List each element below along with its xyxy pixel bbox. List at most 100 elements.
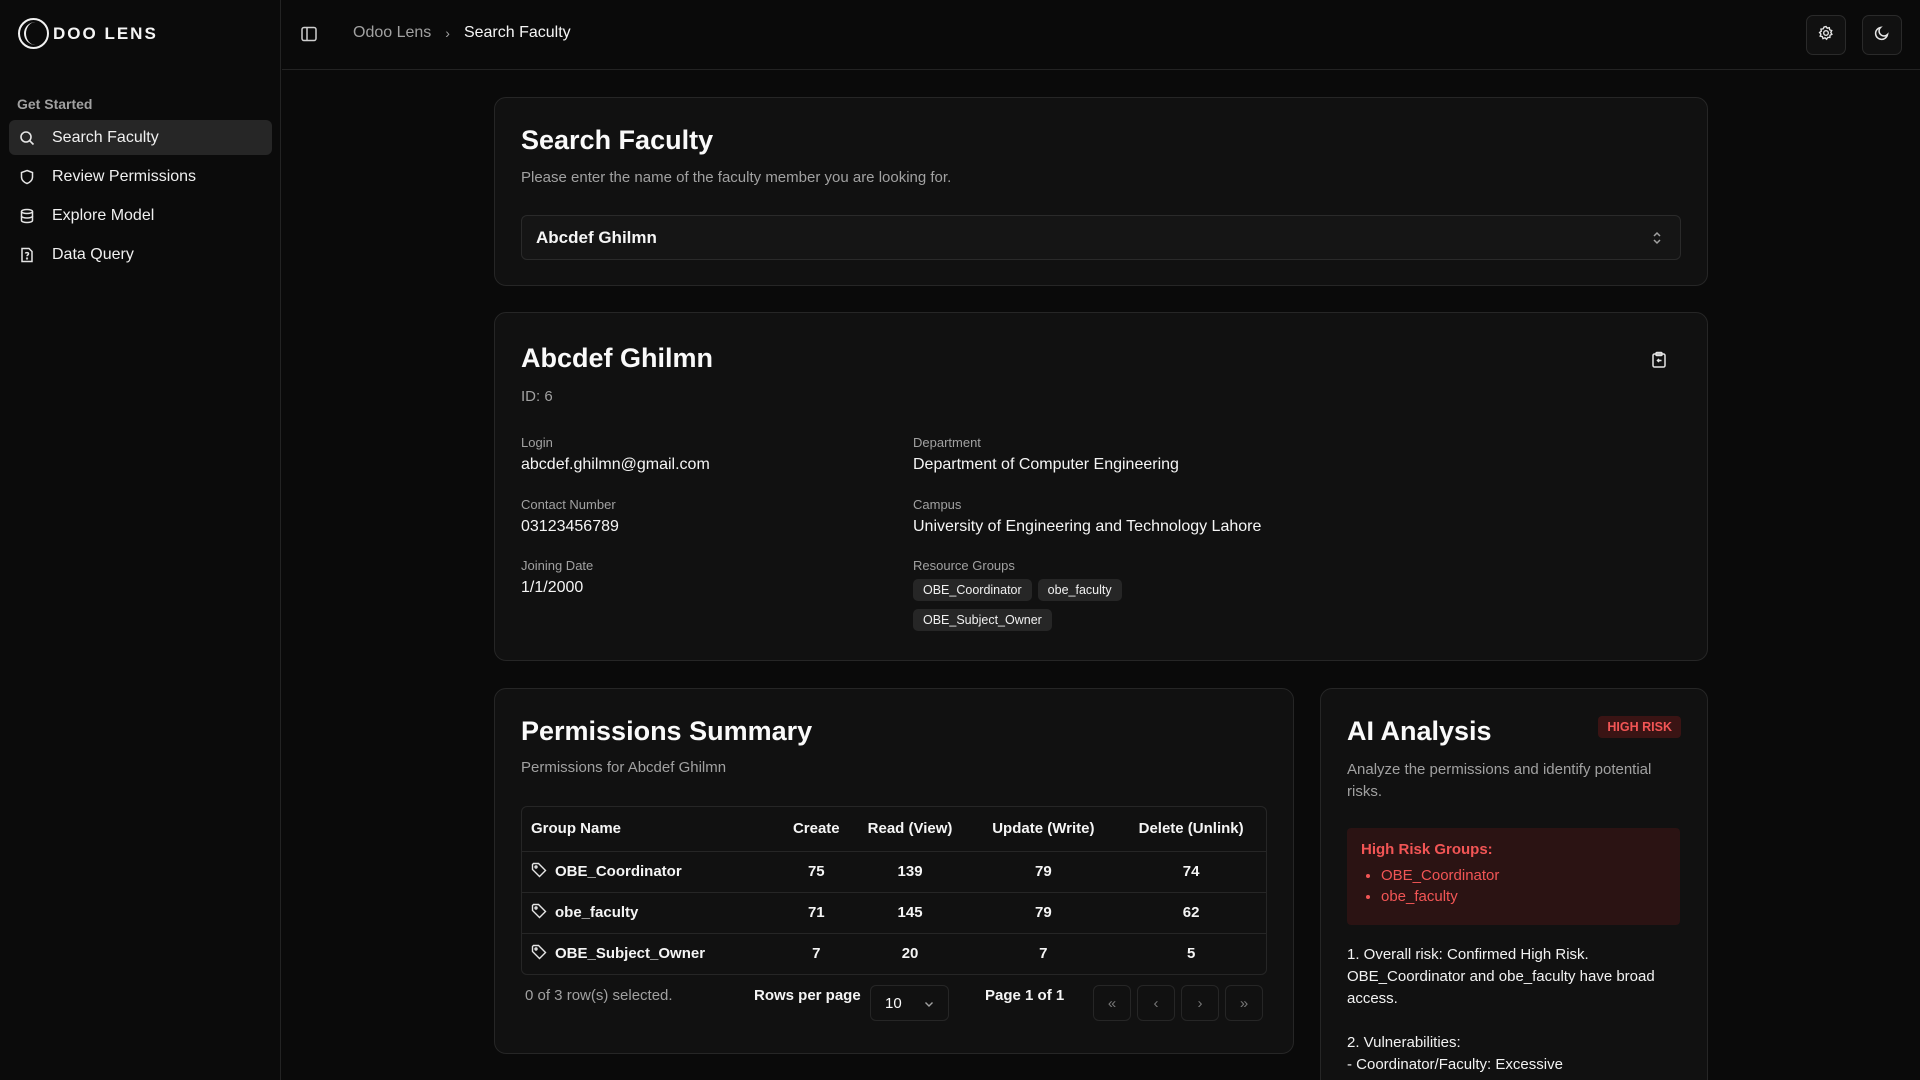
tag-icon (531, 903, 547, 923)
list-item: obe_faculty (1381, 888, 1666, 905)
create-cell: 7 (783, 932, 850, 974)
first-page-button[interactable]: « (1093, 985, 1131, 1021)
column-header[interactable]: Read (View) (850, 807, 971, 851)
permissions-summary-card: Permissions Summary Permissions for Abcd… (494, 688, 1294, 1054)
next-page-button[interactable]: › (1181, 985, 1219, 1021)
resource-groups-field: Resource Groups OBE_Coordinator obe_facul… (913, 558, 1153, 639)
ai-analysis-title: AI Analysis (1347, 716, 1492, 746)
joining-date-label: Joining Date (521, 558, 594, 573)
group-name-cell: OBE_Subject_Owner (522, 932, 784, 974)
chevron-left-icon: ‹ (1153, 994, 1159, 1012)
sidebar-item-data-query[interactable]: Data Query (9, 237, 272, 272)
logo-mark-icon (18, 18, 49, 49)
file-question-icon (19, 247, 35, 263)
department-field: Department Department of Computer Engine… (913, 435, 1179, 474)
contact-value: 03123456789 (521, 518, 619, 535)
sidebar-nav: Search Faculty Review Permissions Explor… (9, 120, 272, 276)
high-risk-list: OBE_Coordinator obe_faculty (1361, 867, 1666, 905)
resource-groups-list: OBE_Coordinator obe_faculty OBE_Subject_Ow… (913, 579, 1153, 639)
login-value: abcdef.ghilmn@gmail.com (521, 456, 710, 473)
group-chip: OBE_Coordinator (913, 579, 1032, 601)
chevron-right-icon: › (445, 25, 450, 41)
search-card-description: Please enter the name of the faculty mem… (521, 169, 952, 186)
group-name-cell: OBE_Coordinator (522, 850, 784, 892)
chevron-right-icon: › (1197, 994, 1203, 1012)
breadcrumb: Odoo Lens › Search Faculty (353, 24, 571, 42)
table-row[interactable]: OBE_Coordinator 75 139 79 74 (522, 850, 1266, 892)
column-header[interactable]: Create (783, 807, 850, 851)
gear-icon (1818, 25, 1834, 46)
group-name: OBE_Subject_Owner (555, 944, 706, 962)
ai-analysis-card: AI Analysis HIGH RISK Analyze the permis… (1320, 688, 1708, 1080)
top-bar: Odoo Lens › Search Faculty (282, 0, 1920, 70)
high-risk-groups-box: High Risk Groups: OBE_Coordinator obe_fa… (1347, 828, 1680, 925)
login-label: Login (521, 435, 553, 450)
search-card-title: Search Faculty (521, 125, 714, 155)
faculty-select[interactable]: Abcdef Ghilmn (521, 215, 1681, 260)
database-icon (19, 208, 35, 224)
faculty-select-value: Abcdef Ghilmn (536, 227, 657, 247)
ai-analysis-description: Analyze the permissions and identify pot… (1347, 761, 1652, 800)
department-label: Department (913, 435, 981, 450)
read-cell: 20 (849, 932, 971, 974)
update-cell: 79 (970, 850, 1117, 892)
read-cell: 139 (849, 850, 971, 892)
joining-date-value: 1/1/2000 (521, 579, 584, 596)
contact-field: Contact Number 03123456789 (521, 497, 619, 536)
search-icon (19, 130, 35, 146)
group-chip: OBE_Subject_Owner (913, 609, 1052, 631)
login-field: Login abcdef.ghilmn@gmail.com (521, 435, 710, 474)
clipboard-copy-icon[interactable] (1651, 351, 1667, 374)
create-cell: 71 (783, 891, 850, 933)
chevrons-right-icon: » (1239, 994, 1249, 1012)
previous-page-button[interactable]: ‹ (1137, 985, 1175, 1021)
contact-label: Contact Number (521, 497, 616, 512)
table-header-row: Group Name Create Read (View) Update (Wr… (522, 807, 1266, 851)
sidebar-item-label: Data Query (52, 245, 134, 263)
delete-cell: 74 (1116, 850, 1266, 892)
sidebar-toggle-icon[interactable] (300, 25, 318, 43)
group-name: obe_faculty (555, 903, 639, 921)
sidebar-section-label: Get Started (17, 96, 93, 112)
read-cell: 145 (849, 891, 971, 933)
theme-toggle-button[interactable] (1862, 15, 1902, 55)
update-cell: 79 (970, 891, 1117, 933)
selection-count: 0 of 3 row(s) selected. (525, 987, 673, 1004)
breadcrumb-root[interactable]: Odoo Lens (353, 24, 431, 42)
resource-groups-label: Resource Groups (913, 558, 1015, 573)
create-cell: 75 (783, 850, 850, 892)
app-logo[interactable]: DOO LENS (18, 18, 158, 49)
permissions-subtitle: Permissions for Abcdef Ghilmn (521, 759, 727, 776)
faculty-id: ID: 6 (521, 388, 553, 405)
sidebar: DOO LENS Get Started Search Faculty Revi… (0, 0, 281, 1080)
group-name: OBE_Coordinator (555, 862, 682, 880)
campus-label: Campus (913, 497, 962, 512)
rows-per-page-value: 10 (885, 994, 902, 1012)
breadcrumb-current: Search Faculty (463, 24, 571, 41)
permissions-title: Permissions Summary (521, 716, 813, 746)
ai-analysis-text: 1. Overall risk: Confirmed High Risk. OB… (1347, 944, 1687, 1076)
sidebar-item-review-permissions[interactable]: Review Permissions (9, 159, 272, 194)
settings-button[interactable] (1806, 15, 1846, 55)
delete-cell: 62 (1116, 891, 1266, 933)
column-header[interactable]: Delete (Unlink) (1116, 807, 1266, 851)
logo-text: DOO LENS (53, 23, 158, 43)
joining-date-field: Joining Date 1/1/2000 (521, 558, 593, 597)
table-row[interactable]: OBE_Subject_Owner 7 20 7 5 (522, 932, 1266, 974)
risk-badge: HIGH RISK (1598, 716, 1681, 738)
group-name-cell: obe_faculty (522, 891, 784, 933)
list-item: OBE_Coordinator (1381, 867, 1666, 884)
tag-icon (531, 944, 547, 964)
last-page-button[interactable]: » (1225, 985, 1263, 1021)
rows-per-page-select[interactable]: 10 (870, 985, 949, 1021)
column-header[interactable]: Group Name (522, 807, 783, 851)
column-header[interactable]: Update (Write) (970, 807, 1116, 851)
faculty-name: Abcdef Ghilmn (521, 343, 714, 373)
group-chip: obe_faculty (1037, 579, 1122, 601)
sidebar-item-explore-model[interactable]: Explore Model (9, 198, 272, 233)
chevrons-left-icon: « (1107, 994, 1117, 1012)
department-value: Department of Computer Engineering (913, 456, 1179, 473)
table-row[interactable]: obe_faculty 71 145 79 62 (522, 891, 1266, 933)
sidebar-item-search-faculty[interactable]: Search Faculty (9, 120, 272, 155)
high-risk-title: High Risk Groups: (1361, 841, 1493, 858)
